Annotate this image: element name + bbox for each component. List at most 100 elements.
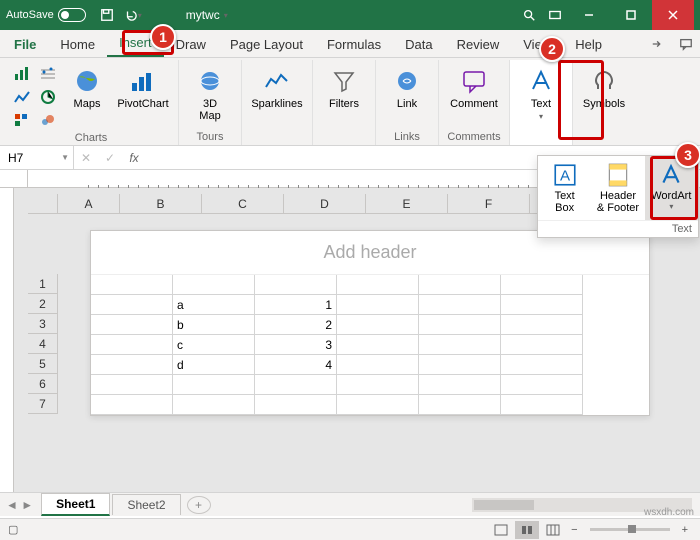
col-header-e[interactable]: E: [366, 194, 448, 214]
cell[interactable]: [501, 335, 583, 355]
cell[interactable]: [173, 375, 255, 395]
cell[interactable]: 4: [255, 355, 337, 375]
zoom-slider[interactable]: [590, 528, 670, 531]
cell[interactable]: [419, 295, 501, 315]
cell[interactable]: [173, 275, 255, 295]
tab-home[interactable]: Home: [48, 32, 107, 57]
pivotchart-button[interactable]: PivotChart: [114, 62, 172, 110]
cell[interactable]: [91, 335, 173, 355]
cell[interactable]: [255, 395, 337, 415]
chart-type-4-icon[interactable]: [36, 62, 60, 84]
tab-formulas[interactable]: Formulas: [315, 32, 393, 57]
cell[interactable]: a: [173, 295, 255, 315]
row-header-2[interactable]: 2: [28, 294, 58, 314]
filters-button[interactable]: Filters: [319, 62, 369, 110]
textbox-button[interactable]: A Text Box: [538, 156, 591, 220]
sparklines-button[interactable]: Sparklines: [248, 62, 306, 110]
autosave-toggle[interactable]: [58, 8, 86, 22]
cell[interactable]: [337, 375, 419, 395]
tab-data[interactable]: Data: [393, 32, 444, 57]
chart-type-5-icon[interactable]: [36, 86, 60, 108]
tab-pagelayout[interactable]: Page Layout: [218, 32, 315, 57]
sheet-tab-2[interactable]: Sheet2: [112, 494, 180, 515]
cell[interactable]: [501, 355, 583, 375]
cell[interactable]: [337, 335, 419, 355]
comment-button[interactable]: Comment: [445, 62, 503, 110]
zoom-out-button[interactable]: −: [567, 524, 581, 536]
col-header-b[interactable]: B: [120, 194, 202, 214]
select-all-corner[interactable]: [28, 194, 58, 214]
tab-help[interactable]: Help: [563, 32, 614, 57]
cell[interactable]: [337, 295, 419, 315]
cell[interactable]: [419, 395, 501, 415]
minimize-button[interactable]: [568, 0, 610, 30]
chart-type-3-icon[interactable]: [10, 110, 34, 132]
enter-fx-icon[interactable]: ✓: [98, 151, 122, 165]
sheet-nav[interactable]: ◄ ►: [0, 498, 39, 512]
cell[interactable]: [501, 375, 583, 395]
cell[interactable]: [501, 395, 583, 415]
col-header-a[interactable]: A: [58, 194, 120, 214]
cell[interactable]: [173, 395, 255, 415]
cell[interactable]: [337, 395, 419, 415]
undo-icon[interactable]: ▾: [120, 0, 146, 30]
cell[interactable]: [419, 335, 501, 355]
ribbon-display-icon[interactable]: [542, 0, 568, 30]
tab-file[interactable]: File: [2, 32, 48, 57]
row-header-6[interactable]: 6: [28, 374, 58, 394]
zoom-in-button[interactable]: +: [678, 524, 692, 536]
cell[interactable]: [419, 375, 501, 395]
cell[interactable]: [91, 275, 173, 295]
tab-review[interactable]: Review: [445, 32, 512, 57]
cell[interactable]: [91, 355, 173, 375]
cell[interactable]: [337, 355, 419, 375]
col-header-c[interactable]: C: [202, 194, 284, 214]
cell[interactable]: [91, 395, 173, 415]
comments-button[interactable]: [672, 31, 700, 57]
view-pagebreak-icon[interactable]: [541, 521, 565, 539]
col-header-f[interactable]: F: [448, 194, 530, 214]
cell[interactable]: [255, 375, 337, 395]
row-header-1[interactable]: 1: [28, 274, 58, 294]
cell[interactable]: 3: [255, 335, 337, 355]
cell[interactable]: 1: [255, 295, 337, 315]
cell[interactable]: [255, 275, 337, 295]
view-pagelayout-icon[interactable]: [515, 521, 539, 539]
cell[interactable]: [501, 315, 583, 335]
cell[interactable]: c: [173, 335, 255, 355]
cell[interactable]: [419, 275, 501, 295]
cell[interactable]: [91, 375, 173, 395]
maximize-button[interactable]: [610, 0, 652, 30]
sheet-tab-1[interactable]: Sheet1: [41, 493, 110, 516]
chart-type-1-icon[interactable]: [10, 62, 34, 84]
maps-button[interactable]: Maps: [62, 62, 112, 110]
link-button[interactable]: Link: [382, 62, 432, 110]
row-header-4[interactable]: 4: [28, 334, 58, 354]
chart-type-6-icon[interactable]: [36, 110, 60, 132]
save-icon[interactable]: [94, 0, 120, 30]
close-button[interactable]: [652, 0, 694, 30]
cell[interactable]: [501, 275, 583, 295]
cell[interactable]: d: [173, 355, 255, 375]
cell[interactable]: [91, 315, 173, 335]
row-header-7[interactable]: 7: [28, 394, 58, 414]
chart-type-2-icon[interactable]: [10, 86, 34, 108]
row-header-5[interactable]: 5: [28, 354, 58, 374]
cell[interactable]: 2: [255, 315, 337, 335]
share-button[interactable]: [644, 31, 672, 57]
cell[interactable]: [91, 295, 173, 315]
search-icon[interactable]: [516, 0, 542, 30]
add-sheet-button[interactable]: +: [187, 496, 211, 514]
row-header-3[interactable]: 3: [28, 314, 58, 334]
fx-icon[interactable]: fx: [122, 151, 146, 165]
cell[interactable]: [419, 315, 501, 335]
view-normal-icon[interactable]: [489, 521, 513, 539]
record-macro-icon[interactable]: ▢: [8, 523, 18, 536]
cell[interactable]: [337, 275, 419, 295]
headerfooter-button[interactable]: Header & Footer: [591, 156, 644, 220]
cell[interactable]: [501, 295, 583, 315]
symbols-button[interactable]: Symbols: [579, 62, 629, 110]
text-button[interactable]: Text ▾: [516, 62, 566, 121]
cell[interactable]: b: [173, 315, 255, 335]
col-header-d[interactable]: D: [284, 194, 366, 214]
